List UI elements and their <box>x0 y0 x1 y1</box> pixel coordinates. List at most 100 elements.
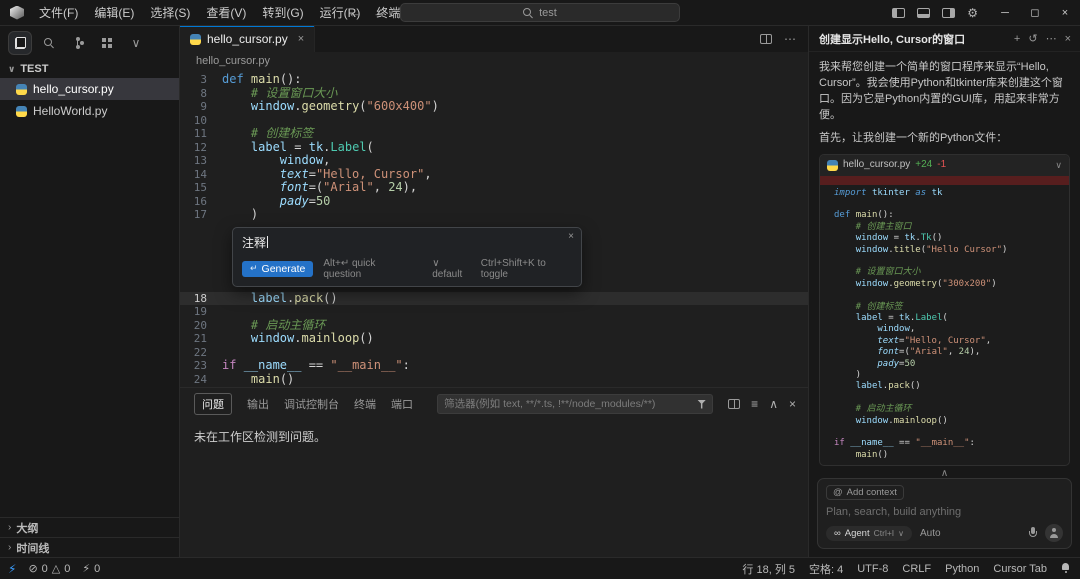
code-line[interactable] <box>828 256 1061 267</box>
status-language[interactable]: Python <box>945 563 979 575</box>
code-line[interactable]: 9 window.geometry("600x400") <box>180 99 808 114</box>
activity-more-icon[interactable]: ∨ <box>124 31 148 55</box>
code-line[interactable]: 10 <box>180 114 808 128</box>
status-eol[interactable]: CRLF <box>902 563 931 575</box>
code-line[interactable] <box>828 199 1061 210</box>
code-line[interactable]: font=("Arial", 24), <box>828 347 1061 358</box>
tab-output[interactable]: 输出 <box>247 396 269 412</box>
chevron-down-icon[interactable]: ∨ <box>1055 159 1062 172</box>
code-line[interactable]: text="Hello, Cursor", <box>828 336 1061 347</box>
code-line[interactable] <box>828 290 1061 301</box>
agent-mode-selector[interactable]: ∞ Agent Ctrl+I ∨ <box>826 525 913 541</box>
tab-ports[interactable]: 端口 <box>391 396 413 412</box>
model-dropdown[interactable]: ∨ default <box>432 258 471 280</box>
code-line[interactable]: label.pack() <box>828 381 1061 392</box>
code-line[interactable]: window = tk.Tk() <box>828 233 1061 244</box>
code-line[interactable]: # 创建主窗口 <box>828 222 1061 233</box>
code-line[interactable]: pady=50 <box>828 359 1061 370</box>
add-context-chip[interactable]: @ Add context <box>826 485 904 500</box>
back-icon[interactable]: ← <box>348 5 361 20</box>
problems-filter-input[interactable] <box>444 398 692 410</box>
code-line[interactable] <box>828 427 1061 438</box>
code-line[interactable]: 15 font=("Arial", 24), <box>180 180 808 195</box>
menu-edit[interactable]: 编辑(E) <box>87 2 141 23</box>
outline-section[interactable]: › 大纲 <box>0 517 179 537</box>
chat-input[interactable]: Plan, search, build anything <box>826 506 1063 518</box>
source-control-icon[interactable] <box>66 31 90 55</box>
menu-view[interactable]: 查看(V) <box>199 2 253 23</box>
tab-problems[interactable]: 问题 <box>194 393 232 415</box>
split-editor-icon[interactable] <box>760 34 772 44</box>
generate-button[interactable]: ↵ Generate <box>242 260 314 277</box>
code-line[interactable]: 24 main() <box>180 372 808 387</box>
tab-debug-console[interactable]: 调试控制台 <box>284 396 339 412</box>
file-item-hello-cursor[interactable]: hello_cursor.py <box>0 78 179 100</box>
extensions-icon[interactable] <box>95 31 119 55</box>
send-avatar-button[interactable] <box>1045 524 1063 542</box>
code-line[interactable]: 18 label.pack() <box>180 291 808 305</box>
quick-question-hint[interactable]: Alt+↵ quick question <box>323 258 412 280</box>
code-line[interactable]: 11 # 创建标签 <box>180 126 808 141</box>
tab-terminal[interactable]: 终端 <box>354 396 376 412</box>
code-line[interactable]: def main(): <box>828 210 1061 221</box>
timeline-section[interactable]: › 时间线 <box>0 537 179 557</box>
close-button[interactable]: × <box>1050 0 1080 25</box>
editor-more-icon[interactable]: ⋯ <box>784 32 796 46</box>
editor-tab-hello-cursor[interactable]: hello_cursor.py × <box>180 26 316 52</box>
ports-status[interactable]: ⚡ 0 <box>82 562 100 576</box>
new-chat-icon[interactable]: + <box>1014 33 1020 45</box>
code-line[interactable]: 13 window, <box>180 153 808 168</box>
remote-icon[interactable]: ⚡ <box>8 562 16 576</box>
code-line[interactable]: # 创建标签 <box>828 302 1061 313</box>
code-line[interactable]: window, <box>828 324 1061 335</box>
code-line[interactable]: ) <box>828 370 1061 381</box>
search-box[interactable]: test <box>400 3 680 22</box>
code-line[interactable] <box>828 393 1061 404</box>
chat-history-icon[interactable]: ↺ <box>1028 32 1037 45</box>
panel-collapse-icon[interactable]: ∧ <box>769 397 778 411</box>
code-line[interactable]: 22 <box>180 346 808 360</box>
toggle-sidebar-icon[interactable] <box>892 7 906 18</box>
status-cursor-position[interactable]: 行 18, 列 5 <box>742 561 795 577</box>
gear-icon[interactable]: ⚙ <box>967 6 978 20</box>
panel-menu-icon[interactable]: ≡ <box>751 397 758 411</box>
code-line[interactable]: window.mainloop() <box>828 416 1061 427</box>
panel-close-icon[interactable]: × <box>789 397 796 411</box>
code-line[interactable]: # 设置窗口大小 <box>828 267 1061 278</box>
voice-input-icon[interactable] <box>1029 527 1037 539</box>
chat-composer[interactable]: @ Add context Plan, search, build anythi… <box>817 478 1072 549</box>
menu-selection[interactable]: 选择(S) <box>143 2 197 23</box>
code-line[interactable]: 19 <box>180 305 808 319</box>
model-selector[interactable]: Auto <box>920 528 941 539</box>
explorer-icon[interactable] <box>8 31 32 55</box>
bell-icon[interactable] <box>1061 563 1070 574</box>
code-line[interactable]: 16 pady=50 <box>180 194 808 209</box>
code-line[interactable]: if __name__ == "__main__": <box>828 438 1061 449</box>
problems-status[interactable]: ⊘ 0 △ 0 <box>28 562 70 576</box>
status-cursor-tab[interactable]: Cursor Tab <box>993 563 1047 575</box>
code-card-header[interactable]: hello_cursor.py +24 -1 ∨ <box>820 154 1069 176</box>
search-tool-icon[interactable] <box>37 31 61 55</box>
maximize-button[interactable]: ◻ <box>1020 0 1050 25</box>
code-line[interactable]: window.geometry("300x200") <box>828 279 1061 290</box>
toggle-panel-icon[interactable] <box>917 7 931 18</box>
file-item-helloworld[interactable]: HelloWorld.py <box>0 100 179 122</box>
code-line[interactable]: 20 # 启动主循环 <box>180 318 808 333</box>
code-line[interactable]: 21 window.mainloop() <box>180 331 808 346</box>
code-line[interactable]: import tkinter as tk <box>828 188 1061 199</box>
tab-close-icon[interactable]: × <box>298 33 304 45</box>
code-line[interactable]: main() <box>828 450 1061 461</box>
popup-close-icon[interactable]: × <box>568 231 574 242</box>
code-editor[interactable]: 3 def main(): 8 # 设置窗口大小 9 window.geometry(… <box>180 70 808 387</box>
status-indentation[interactable]: 空格: 4 <box>809 561 843 577</box>
explorer-section-header[interactable]: ∨ TEST <box>0 60 179 78</box>
toggle-secondary-sidebar-icon[interactable] <box>942 7 956 18</box>
ai-prompt-input[interactable]: 注释 <box>242 234 572 251</box>
filter-icon[interactable] <box>697 399 707 409</box>
minimize-button[interactable]: ─ <box>990 0 1020 25</box>
code-line[interactable]: label = tk.Label( <box>828 313 1061 324</box>
chat-close-icon[interactable]: × <box>1065 33 1071 45</box>
code-line[interactable]: 14 text="Hello, Cursor", <box>180 167 808 182</box>
status-encoding[interactable]: UTF-8 <box>857 563 888 575</box>
code-line[interactable]: 3 def main(): <box>180 72 808 87</box>
